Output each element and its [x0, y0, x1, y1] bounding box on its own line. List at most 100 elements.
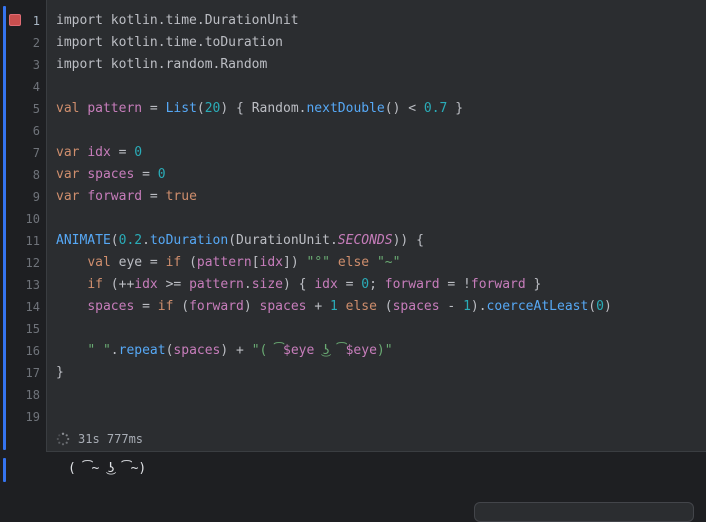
code-line-12[interactable]: val eye = if (pattern[idx]) "°" else "~": [56, 252, 400, 274]
code-token: $eye: [345, 343, 377, 358]
code-token: =: [337, 277, 362, 292]
code-token: (++: [102, 277, 135, 292]
line-number: 7: [32, 146, 40, 160]
line-number: 5: [32, 102, 40, 116]
code-token: }: [56, 365, 64, 380]
code-token: ) {: [283, 277, 315, 292]
code-token: =: [110, 145, 135, 160]
code-token: spaces: [87, 299, 135, 314]
elapsed-time: 31s 777ms: [78, 432, 144, 446]
code-token: (: [196, 101, 205, 116]
line-number: 16: [25, 344, 40, 358]
code-line-14[interactable]: spaces = if (forward) spaces + 1 else (s…: [56, 296, 612, 318]
code-line-17[interactable]: }: [56, 362, 64, 384]
code-token: .: [110, 343, 119, 358]
code-line-1[interactable]: import kotlin.time.DurationUnit: [56, 10, 299, 32]
stop-execution-button[interactable]: [9, 14, 21, 26]
code-token: )": [376, 343, 393, 358]
code-token: idx: [314, 277, 338, 292]
code-token: =: [142, 189, 166, 204]
code-token: repeat: [118, 343, 166, 358]
code-token: SECONDS: [337, 233, 393, 248]
code-token: spaces: [173, 343, 221, 358]
code-token: toDuration: [149, 233, 229, 248]
code-token: (: [376, 299, 393, 314]
line-number: 3: [32, 58, 40, 72]
code-token: pattern: [196, 255, 252, 270]
code-token: 0: [361, 277, 370, 292]
code-token: idx: [259, 255, 284, 270]
code-line-13[interactable]: if (++idx >= pattern.size) { idx = 0; fo…: [56, 274, 541, 296]
code-token: =: [134, 299, 158, 314]
code-token: >=: [157, 277, 190, 292]
code-token: forward: [87, 189, 143, 204]
line-number: 4: [32, 80, 40, 94]
code-token: (: [588, 299, 597, 314]
bottom-toolbar[interactable]: [474, 502, 694, 522]
code-line-2[interactable]: import kotlin.time.toDuration: [56, 32, 283, 54]
code-token: [: [251, 255, 260, 270]
code-token: val: [56, 101, 80, 116]
spinner-icon: [56, 432, 70, 446]
cell-output: ( ͡~ ͜ʖ ͡~): [68, 461, 147, 476]
code-token: if: [157, 299, 174, 314]
code-token: spaces: [87, 167, 135, 182]
code-token: $eye: [283, 343, 315, 358]
line-number: 6: [32, 124, 40, 138]
output-selection-bar: [3, 458, 6, 482]
code-line-3[interactable]: import kotlin.random.Random: [56, 54, 267, 76]
line-number: 17: [25, 366, 40, 380]
code-token: import kotlin.random.Random: [56, 57, 268, 72]
line-number: 15: [25, 322, 40, 336]
code-token: idx: [134, 277, 158, 292]
code-token: var: [56, 167, 80, 182]
code-token: if: [87, 277, 103, 292]
code-token: 1: [329, 299, 338, 314]
code-token: 0.7: [423, 101, 448, 116]
code-token: List: [165, 101, 197, 116]
code-token: }: [447, 101, 464, 116]
line-number: 19: [25, 410, 40, 424]
line-number: 13: [25, 278, 40, 292]
code-line-7[interactable]: var idx = 0: [56, 142, 142, 164]
code-token: ;: [369, 277, 385, 292]
code-token: .: [243, 277, 252, 292]
code-line-16[interactable]: " ".repeat(spaces) + "( ͡$eye ͜ʖ ͡$eye)": [56, 340, 393, 362]
line-number: 14: [25, 300, 40, 314]
code-token: =: [134, 167, 158, 182]
code-token: (DurationUnit.: [228, 233, 338, 248]
code-token: if: [165, 255, 182, 270]
code-token: val: [87, 255, 111, 270]
code-token: .: [142, 233, 150, 248]
code-token: else: [337, 255, 370, 270]
code-line-8[interactable]: var spaces = 0: [56, 164, 166, 186]
code-token: 0.2: [118, 233, 143, 248]
code-line-11[interactable]: ANIMATE(0.2.toDuration(DurationUnit.SECO…: [56, 230, 424, 252]
code-token: -: [439, 299, 464, 314]
code-line-5[interactable]: val pattern = List(20) { Random.nextDoub…: [56, 98, 463, 120]
code-token: "°": [306, 255, 330, 270]
code-token: ): [603, 299, 612, 314]
code-token: 0: [157, 167, 166, 182]
code-token: ): [243, 299, 260, 314]
line-number: 18: [25, 388, 40, 402]
code-token: true: [165, 189, 197, 204]
line-number: 11: [25, 234, 40, 248]
execution-status: 31s 777ms: [56, 428, 143, 450]
code-token: spaces: [259, 299, 307, 314]
code-token: pattern: [87, 101, 143, 116]
code-token: 1: [463, 299, 471, 314]
cell-selection-bar: [3, 6, 6, 450]
code-line-9[interactable]: var forward = true: [56, 186, 197, 208]
code-token: ]): [283, 255, 307, 270]
code-token: 20: [204, 101, 221, 116]
code-token: eye =: [110, 255, 166, 270]
code-token: size: [251, 277, 284, 292]
code-token: idx: [87, 145, 111, 160]
code-token: forward: [189, 299, 244, 314]
code-token: ).: [470, 299, 487, 314]
